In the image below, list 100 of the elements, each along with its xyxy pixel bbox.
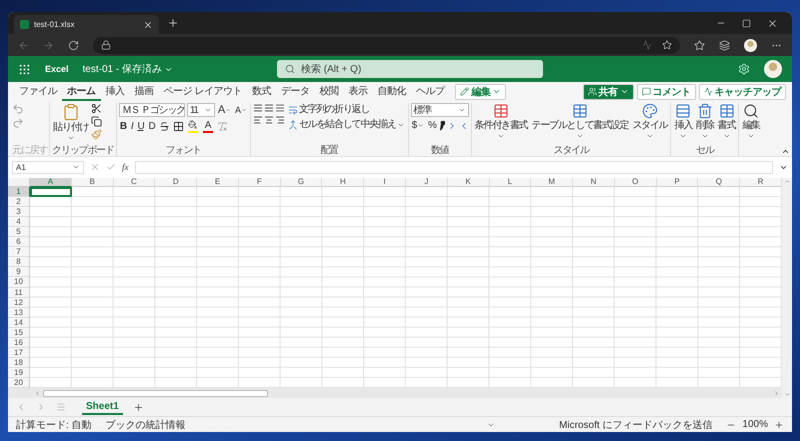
decrease-font-size-button[interactable]: A xyxy=(234,104,248,116)
ribbon-tab[interactable]: 校閲 xyxy=(314,82,344,101)
ribbon-tab[interactable]: 描画 xyxy=(130,82,158,101)
align-top-icon[interactable] xyxy=(252,103,263,113)
font-style-button[interactable]: U xyxy=(136,120,144,133)
row-header[interactable]: 13 xyxy=(8,308,30,318)
workbook-statistics[interactable]: ブックの統計情報 xyxy=(106,418,186,432)
column-header[interactable]: N xyxy=(573,178,615,187)
ribbon-tab[interactable]: データ xyxy=(276,82,314,101)
horizontal-scrollbar[interactable] xyxy=(8,388,782,398)
favorites-icon[interactable] xyxy=(694,40,705,50)
column-header[interactable]: J xyxy=(406,178,448,187)
active-cell[interactable] xyxy=(30,187,72,198)
cells-button[interactable]: 挿入 xyxy=(673,103,694,140)
column-header[interactable]: E xyxy=(197,178,239,187)
paste-button[interactable]: 貼り付け xyxy=(52,103,90,142)
row-header[interactable]: 11 xyxy=(8,288,30,298)
row-header[interactable]: 1 xyxy=(8,187,30,198)
row-header[interactable]: 8 xyxy=(8,257,30,268)
column-header[interactable]: P xyxy=(656,178,698,187)
styles-button[interactable]: 条件付き書式 xyxy=(474,103,528,140)
catch-up-button[interactable]: キャッチアップ xyxy=(698,84,786,100)
row-header[interactable]: 9 xyxy=(8,267,30,278)
copy-icon[interactable] xyxy=(91,116,102,127)
share-button[interactable]: 共有 xyxy=(582,84,634,100)
row-header[interactable]: 5 xyxy=(8,227,30,238)
row-header[interactable]: 16 xyxy=(8,338,30,348)
fill-color-button[interactable] xyxy=(186,119,198,134)
cells-button[interactable]: 書式 xyxy=(716,103,736,140)
row-header[interactable]: 19 xyxy=(8,368,30,378)
settings-icon[interactable] xyxy=(738,63,750,75)
column-header[interactable]: L xyxy=(490,178,532,187)
column-header[interactable]: C xyxy=(114,178,156,187)
column-header[interactable]: R xyxy=(740,178,782,187)
font-style-button[interactable]: B xyxy=(118,120,127,133)
cut-icon[interactable] xyxy=(91,103,102,114)
formula-input[interactable] xyxy=(134,160,773,174)
column-header[interactable]: O xyxy=(614,178,657,187)
column-header[interactable]: F xyxy=(238,178,281,187)
close-icon[interactable] xyxy=(767,18,778,28)
ribbon-tab[interactable]: 自動化 xyxy=(372,82,411,101)
increase-font-size-button[interactable]: A xyxy=(216,104,232,116)
search-bar[interactable]: 検索 (Alt + Q) xyxy=(277,60,543,78)
zoom-level[interactable]: 100% xyxy=(742,419,768,430)
undo-icon[interactable] xyxy=(12,103,24,115)
app-launcher-icon[interactable] xyxy=(18,62,31,76)
collections-icon[interactable] xyxy=(719,40,730,50)
wrap-text-button[interactable]: 文字列の折り返し xyxy=(286,103,370,116)
cells-button[interactable]: 削除 xyxy=(695,103,715,140)
row-header[interactable]: 2 xyxy=(8,197,30,208)
edit-mode-button[interactable]: 編集 xyxy=(455,84,506,100)
align-bottom-icon[interactable] xyxy=(274,103,285,113)
borders-icon[interactable] xyxy=(172,121,184,132)
row-header[interactable]: 17 xyxy=(8,348,30,358)
ribbon-tab[interactable]: 数式 xyxy=(246,82,276,101)
row-header[interactable]: 7 xyxy=(8,247,30,258)
row-header[interactable]: 10 xyxy=(8,277,30,288)
ribbon-tab[interactable]: ファイル xyxy=(14,82,62,101)
avatar[interactable] xyxy=(744,38,757,52)
number-format-field[interactable]: 標準 xyxy=(410,103,469,117)
row-header[interactable]: 4 xyxy=(8,217,30,228)
merge-center-button[interactable]: セルを結合して中央揃え xyxy=(286,118,406,131)
browser-tab[interactable]: test-01.xlsx xyxy=(14,15,159,34)
row-header[interactable]: 20 xyxy=(8,378,30,388)
percent-button[interactable]: % xyxy=(426,119,437,132)
comment-button[interactable]: コメント xyxy=(636,84,696,100)
search-field[interactable]: 検索 (Alt + Q) xyxy=(301,64,501,74)
row-header[interactable]: 14 xyxy=(8,318,30,328)
font-size-field[interactable]: 11 xyxy=(186,103,215,117)
vertical-scrollbar[interactable] xyxy=(782,178,792,398)
comma-style-icon[interactable] xyxy=(438,120,445,130)
zoom-in-icon[interactable] xyxy=(774,420,784,430)
column-header[interactable]: M xyxy=(531,178,574,187)
forward-icon[interactable] xyxy=(43,40,54,50)
new-tab-icon[interactable] xyxy=(167,17,179,29)
redo-icon[interactable] xyxy=(12,117,24,129)
align-right-icon[interactable] xyxy=(274,115,285,125)
row-header[interactable]: 6 xyxy=(8,237,30,248)
styles-button[interactable]: テーブルとして書式設定 xyxy=(530,103,630,140)
find-button[interactable]: 編集 xyxy=(741,103,761,140)
align-left-icon[interactable] xyxy=(252,115,263,125)
insert-function-button[interactable]: fx xyxy=(122,162,128,172)
name-box[interactable]: A1 xyxy=(12,160,84,174)
document-title[interactable]: test-01 - 保存済み xyxy=(82,62,173,76)
row-header[interactable]: 3 xyxy=(8,207,30,218)
column-header[interactable]: B xyxy=(72,178,114,187)
currency-button[interactable]: $ xyxy=(410,119,425,132)
ribbon-tab[interactable]: 挿入 xyxy=(100,82,130,101)
column-header[interactable]: G xyxy=(280,178,322,187)
back-icon[interactable] xyxy=(18,40,29,50)
row-header[interactable]: 15 xyxy=(8,328,30,338)
align-middle-icon[interactable] xyxy=(264,103,274,113)
maximize-icon[interactable] xyxy=(742,18,751,28)
column-header[interactable]: K xyxy=(448,178,490,187)
ribbon-tab[interactable]: 表示 xyxy=(343,82,372,101)
font-color-button[interactable]: A xyxy=(202,119,214,134)
column-header[interactable]: Q xyxy=(698,178,740,187)
add-sheet-icon[interactable] xyxy=(132,402,144,412)
clear-format-icon[interactable] xyxy=(216,121,228,132)
collapse-ribbon-icon[interactable] xyxy=(781,147,790,156)
